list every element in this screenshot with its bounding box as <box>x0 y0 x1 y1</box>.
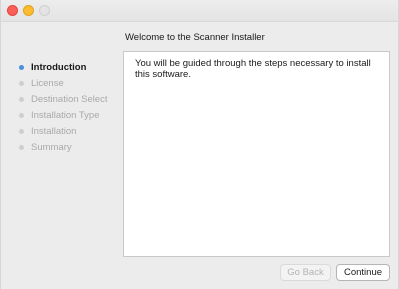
go-back-button[interactable]: Go Back <box>280 264 331 281</box>
sidebar-item-label: Introduction <box>31 62 87 73</box>
sidebar-item-destination-select: Destination Select <box>1 92 121 108</box>
step-bullet-icon <box>19 129 24 134</box>
continue-button[interactable]: Continue <box>336 264 390 281</box>
minimize-window-button[interactable] <box>23 5 34 16</box>
sidebar-item-introduction: Introduction <box>1 60 121 76</box>
sidebar-item-license: License <box>1 76 121 92</box>
active-step-icon <box>19 65 24 70</box>
content-pane: You will be guided through the steps nec… <box>123 51 390 257</box>
installer-window: Welcome to the Scanner Installer Introdu… <box>0 0 399 289</box>
zoom-window-button[interactable] <box>39 5 50 16</box>
sidebar-item-label: Installation Type <box>31 110 100 121</box>
intro-text: You will be guided through the steps nec… <box>135 58 371 80</box>
sidebar-item-label: Installation <box>31 126 77 137</box>
sidebar-item-label: Destination Select <box>31 94 108 105</box>
step-bullet-icon <box>19 81 24 86</box>
sidebar-item-label: License <box>31 78 64 89</box>
close-window-button[interactable] <box>7 5 18 16</box>
sidebar-item-installation: Installation <box>1 124 121 140</box>
step-bullet-icon <box>19 145 24 150</box>
sidebar-item-summary: Summary <box>1 140 121 156</box>
title-bar[interactable] <box>1 0 398 22</box>
step-bullet-icon <box>19 97 24 102</box>
page-title: Welcome to the Scanner Installer <box>125 32 265 43</box>
sidebar-item-installation-type: Installation Type <box>1 108 121 124</box>
sidebar-item-label: Summary <box>31 142 72 153</box>
step-bullet-icon <box>19 113 24 118</box>
